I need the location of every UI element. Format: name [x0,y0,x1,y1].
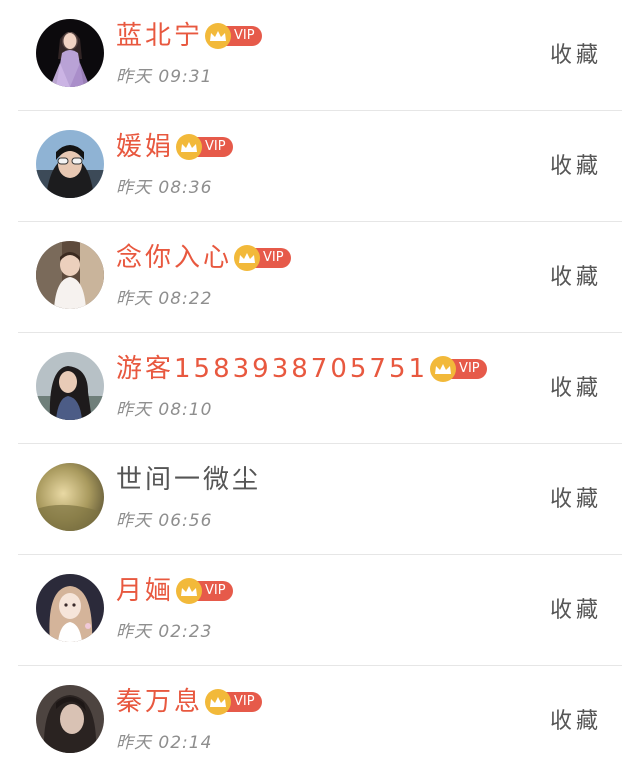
user-name: 世间一微尘 [116,465,262,495]
list-item[interactable]: 月婳 VIP 昨天 02:23 收藏 [0,555,640,666]
avatar[interactable] [36,130,104,198]
timestamp: 昨天 08:36 [116,178,213,198]
timestamp: 昨天 08:10 [116,400,213,420]
collect-button[interactable]: 收藏 [550,259,602,291]
name-line: 游客15839387057​51 VIP [116,349,487,389]
vip-badge: VIP [176,578,233,604]
vip-badge: VIP [176,134,233,160]
timestamp: 昨天 09:31 [116,67,213,87]
vip-badge: VIP [234,245,291,271]
list-item[interactable]: 蓝北宁 VIP 昨天 09:31 收藏 [0,0,640,111]
name-line: 媛娟 VIP [116,127,233,167]
name-line: 世间一微尘 [116,460,261,500]
list-item[interactable]: 秦万息 VIP 昨天 02:14 收藏 [0,666,640,777]
crown-icon [205,23,232,49]
list-item[interactable]: 念你入心 VIP 昨天 08:22 收藏 [0,222,640,333]
vip-badge: VIP [430,356,487,382]
crown-icon [176,578,203,604]
collect-button[interactable]: 收藏 [550,37,602,69]
avatar[interactable] [36,241,104,309]
name-line: 月婳 VIP [116,571,233,611]
user-name: 蓝北宁 [116,21,204,51]
user-name: 月婳 [116,576,175,606]
avatar[interactable] [36,352,104,420]
crown-icon [176,134,203,160]
collect-button[interactable]: 收藏 [550,370,602,402]
user-list: 蓝北宁 VIP 昨天 09:31 收藏 媛娟 VIP 昨天 08:36 收藏 念… [0,0,640,777]
crown-icon [205,689,232,715]
list-item[interactable]: 媛娟 VIP 昨天 08:36 收藏 [0,111,640,222]
name-line: 蓝北宁 VIP [116,16,262,56]
timestamp: 昨天 08:22 [116,289,213,309]
avatar[interactable] [36,463,104,531]
name-line: 秦万息 VIP [116,682,262,722]
user-name: 游客15839387057​51 [116,354,429,384]
list-item[interactable]: 世间一微尘 昨天 06:56 收藏 [0,444,640,555]
timestamp: 昨天 02:14 [116,733,213,753]
avatar[interactable] [36,685,104,753]
collect-button[interactable]: 收藏 [550,148,602,180]
crown-icon [234,245,261,271]
collect-button[interactable]: 收藏 [550,481,602,513]
crown-icon [430,356,457,382]
timestamp: 昨天 06:56 [116,511,213,531]
user-name: 秦万息 [116,687,204,717]
vip-badge: VIP [205,23,262,49]
avatar[interactable] [36,574,104,642]
vip-badge: VIP [205,689,262,715]
timestamp: 昨天 02:23 [116,622,213,642]
collect-button[interactable]: 收藏 [550,703,602,735]
avatar[interactable] [36,19,104,87]
collect-button[interactable]: 收藏 [550,592,602,624]
name-line: 念你入心 VIP [116,238,291,278]
list-item[interactable]: 游客15839387057​51 VIP 昨天 08:10 收藏 [0,333,640,444]
user-name: 念你入心 [116,243,233,273]
user-name: 媛娟 [116,132,175,162]
